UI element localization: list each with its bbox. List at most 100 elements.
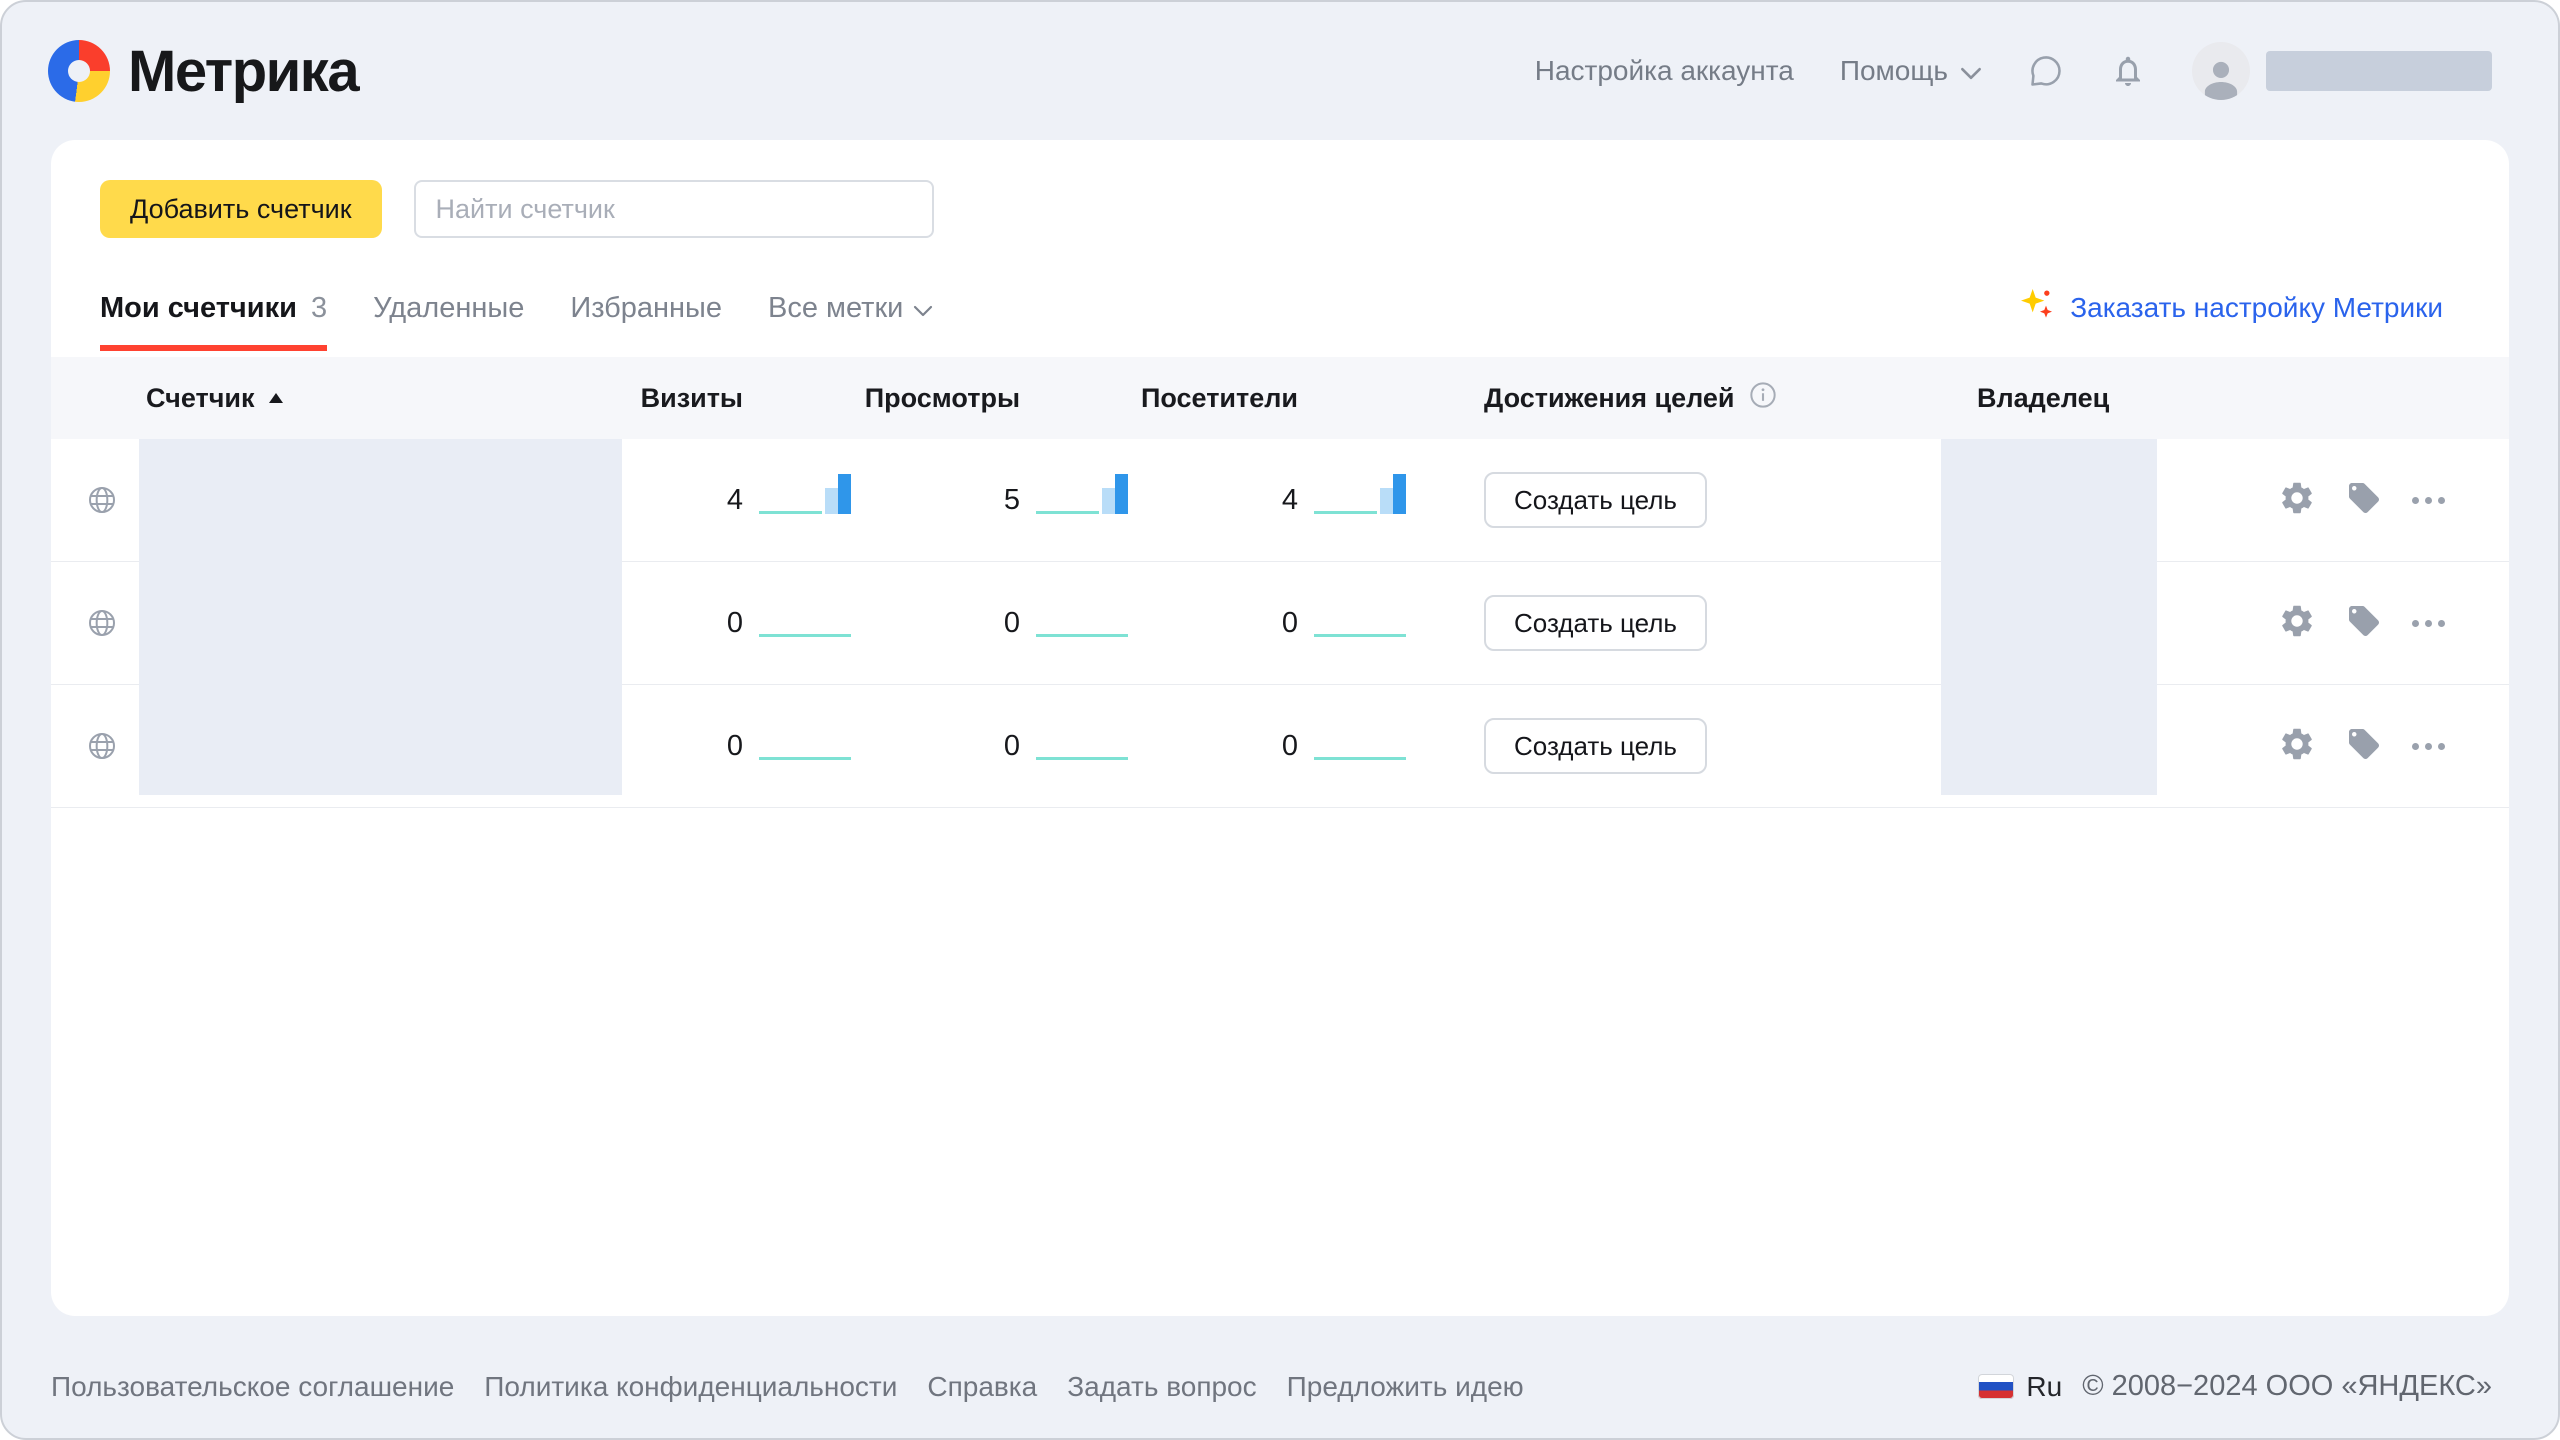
globe-icon — [51, 730, 141, 762]
footer-right: Ru © 2008−2024 ООО «ЯНДЕКС» — [1978, 1370, 2492, 1403]
tab-my-counters-count: 3 — [311, 292, 327, 325]
metrika-logo[interactable]: Метрика — [48, 38, 358, 105]
views-value: 0 — [1004, 730, 1020, 763]
column-visits: Визиты — [636, 383, 851, 414]
metrika-logo-text: Метрика — [128, 38, 358, 105]
page: Метрика Настройка аккаунта Помощь — [0, 0, 2560, 1440]
tab-my-counters[interactable]: Мои счетчики 3 — [100, 292, 327, 351]
copyright: © 2008−2024 ООО «ЯНДЕКС» — [2082, 1370, 2492, 1403]
visits-cell: 0 — [636, 720, 851, 772]
owner-redacted-block — [1941, 439, 2157, 795]
visitors-sparkline — [1314, 474, 1406, 526]
views-value: 0 — [1004, 607, 1020, 640]
user-account-button[interactable] — [2192, 42, 2492, 100]
language-selector[interactable]: Ru — [1978, 1371, 2062, 1403]
visitors-sparkline — [1314, 720, 1406, 772]
help-menu[interactable]: Помощь — [1840, 55, 1982, 87]
views-sparkline — [1036, 474, 1128, 526]
counters-panel: Добавить счетчик Мои счетчики 3 Удаленны… — [51, 140, 2509, 1316]
footer: Пользовательское соглашение Политика кон… — [2, 1370, 2558, 1403]
visitors-sparkline — [1314, 597, 1406, 649]
tag-icon[interactable] — [2346, 603, 2382, 644]
account-settings-link[interactable]: Настройка аккаунта — [1535, 55, 1794, 87]
row-actions — [2156, 725, 2509, 768]
metrika-logo-icon — [48, 40, 110, 102]
visits-cell: 0 — [636, 597, 851, 649]
user-name-placeholder — [2266, 51, 2492, 91]
views-value: 5 — [1004, 484, 1020, 517]
top-bar: Метрика Настройка аккаунта Помощь — [2, 2, 2558, 140]
settings-gear-icon[interactable] — [2278, 725, 2316, 768]
column-views: Просмотры — [851, 383, 1128, 414]
globe-icon — [51, 607, 141, 639]
order-metrika-setup-link[interactable]: Заказать настройку Метрики — [2016, 284, 2443, 351]
visitors-value: 4 — [1282, 484, 1298, 517]
views-cell: 0 — [851, 597, 1128, 649]
tab-favorites[interactable]: Избранные — [570, 292, 722, 351]
column-goal-reaches: Достижения целей — [1406, 381, 1906, 416]
tab-all-labels-label: Все метки — [768, 292, 903, 325]
visits-cell: 4 — [636, 474, 851, 526]
row-menu-ellipsis-icon[interactable] — [2412, 743, 2445, 750]
info-icon[interactable] — [1749, 381, 1777, 416]
notifications-bell-icon[interactable] — [2110, 53, 2146, 89]
visits-sparkline — [759, 474, 851, 526]
footer-link-ask-question[interactable]: Задать вопрос — [1067, 1371, 1256, 1403]
add-counter-button[interactable]: Добавить счетчик — [100, 180, 382, 238]
visitors-value: 0 — [1282, 730, 1298, 763]
sort-ascending-icon — [269, 393, 283, 403]
views-sparkline — [1036, 720, 1128, 772]
footer-links: Пользовательское соглашение Политика кон… — [51, 1371, 1524, 1403]
visits-sparkline — [759, 720, 851, 772]
chevron-down-icon — [1960, 55, 1982, 87]
russian-flag-icon — [1978, 1374, 2014, 1399]
sparkle-icon — [2016, 284, 2056, 331]
language-label: Ru — [2026, 1371, 2062, 1403]
search-counter-input[interactable] — [414, 180, 934, 238]
visitors-cell: 0 — [1128, 720, 1406, 772]
column-visitors: Посетители — [1128, 383, 1406, 414]
visitors-cell: 4 — [1128, 474, 1406, 526]
views-cell: 5 — [851, 474, 1128, 526]
views-sparkline — [1036, 597, 1128, 649]
user-avatar — [2192, 42, 2250, 100]
footer-link-user-agreement[interactable]: Пользовательское соглашение — [51, 1371, 454, 1403]
counters-toolbar: Добавить счетчик — [51, 140, 2509, 238]
table-body: 4 5 4 Создать цель — [51, 439, 2509, 808]
column-counter-sort[interactable]: Счетчик — [141, 383, 636, 414]
globe-icon — [51, 484, 141, 516]
row-menu-ellipsis-icon[interactable] — [2412, 497, 2445, 504]
create-goal-button[interactable]: Создать цель — [1484, 718, 1707, 774]
row-actions — [2156, 479, 2509, 522]
footer-link-privacy-policy[interactable]: Политика конфиденциальности — [484, 1371, 897, 1403]
settings-gear-icon[interactable] — [2278, 479, 2316, 522]
tab-deleted[interactable]: Удаленные — [373, 292, 524, 351]
visitors-cell: 0 — [1128, 597, 1406, 649]
tab-my-counters-label: Мои счетчики — [100, 292, 297, 325]
column-owner: Владелец — [1906, 383, 2156, 414]
table-header: Счетчик Визиты Просмотры Посетители Дост… — [51, 357, 2509, 439]
tag-icon[interactable] — [2346, 480, 2382, 521]
chat-icon[interactable] — [2028, 53, 2064, 89]
create-goal-button[interactable]: Создать цель — [1484, 472, 1707, 528]
order-metrika-setup-label: Заказать настройку Метрики — [2070, 292, 2443, 324]
tabs-row: Мои счетчики 3 Удаленные Избранные Все м… — [51, 284, 2509, 351]
tabs: Мои счетчики 3 Удаленные Избранные Все м… — [100, 292, 933, 351]
visits-sparkline — [759, 597, 851, 649]
counter-names-redacted-block[interactable] — [139, 439, 622, 795]
row-actions — [2156, 602, 2509, 645]
visits-value: 0 — [727, 607, 743, 640]
tag-icon[interactable] — [2346, 726, 2382, 767]
column-counter-label: Счетчик — [146, 383, 255, 414]
help-menu-label: Помощь — [1840, 55, 1948, 87]
row-menu-ellipsis-icon[interactable] — [2412, 620, 2445, 627]
tab-all-labels[interactable]: Все метки — [768, 292, 933, 351]
settings-gear-icon[interactable] — [2278, 602, 2316, 645]
visits-value: 0 — [727, 730, 743, 763]
top-bar-right: Настройка аккаунта Помощь — [1535, 42, 2492, 100]
create-goal-button[interactable]: Создать цель — [1484, 595, 1707, 651]
footer-link-suggest-idea[interactable]: Предложить идею — [1287, 1371, 1524, 1403]
views-cell: 0 — [851, 720, 1128, 772]
footer-link-help[interactable]: Справка — [927, 1371, 1037, 1403]
column-goal-reaches-label: Достижения целей — [1484, 383, 1735, 414]
